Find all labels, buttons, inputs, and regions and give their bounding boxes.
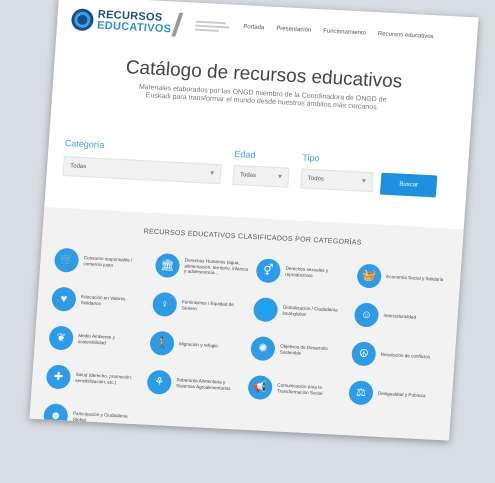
category-item[interactable]: ⚖ Desigualdad y Pobreza bbox=[348, 378, 443, 410]
categories-section: RECURSOS EDUCATIVOS CLASIFICADOS POR CAT… bbox=[29, 207, 464, 441]
category-item[interactable]: 🚶 Migración y refugio bbox=[149, 329, 244, 361]
building-icon: 🏛 bbox=[154, 252, 181, 278]
scale-icon: ⚖ bbox=[348, 379, 374, 405]
category-label: Soberanía Alimentaria y Sistemas Agroali… bbox=[175, 377, 231, 391]
nav-portada[interactable]: Portada bbox=[243, 24, 264, 31]
category-item[interactable]: ☮ Resolución de conflictos bbox=[350, 339, 446, 371]
main-nav: Portada Presentación Funcionamiento Recu… bbox=[243, 24, 434, 40]
page: RECURSOS EDUCATIVOS Portada Presentación… bbox=[29, 0, 479, 441]
leaf-icon: ❦ bbox=[48, 324, 75, 351]
nav-recursos[interactable]: Recursos educativos bbox=[378, 31, 434, 40]
edad-value: Todas bbox=[239, 172, 257, 180]
category-label: Derechos sexuales y reproductivos bbox=[285, 265, 329, 278]
category-label: Comunicación para la Transformación Soci… bbox=[276, 382, 323, 396]
logo-icon[interactable] bbox=[70, 8, 95, 32]
category-label: Medio Ambiente y sostenibilidad bbox=[77, 333, 116, 345]
category-label: Interculturalidad bbox=[383, 312, 417, 320]
gender-icon: ⚥ bbox=[255, 257, 282, 283]
group-icon: ☻ bbox=[42, 402, 69, 428]
search-button[interactable]: Buscar bbox=[379, 172, 438, 198]
category-label: Participación y Ciudadanía Global bbox=[72, 410, 128, 422]
category-item[interactable]: ☻ Participación y Ciudadanía Global bbox=[42, 401, 138, 433]
edad-label: Edad bbox=[234, 148, 256, 160]
category-label: Economía Social y Solidaria bbox=[386, 273, 444, 282]
category-label: Consumo responsable / comercio justo bbox=[83, 255, 133, 268]
people-icon: ☺ bbox=[353, 301, 380, 328]
category-item[interactable]: ♥ Educación en Valores Solidarios bbox=[51, 285, 146, 317]
category-label: Objetivos de Desarrollo Sostenible bbox=[279, 343, 328, 356]
category-label: Derechos Humanos (agua, alimentación, te… bbox=[183, 257, 249, 276]
category-label: Desigualdad y Pobreza bbox=[377, 390, 426, 399]
medkit-icon: ✚ bbox=[45, 363, 72, 390]
category-label: Resolución de conflictos bbox=[380, 351, 431, 360]
category-item[interactable]: ⚘ Soberanía Alimentaria y Sistemas Agroal… bbox=[146, 368, 241, 400]
category-label: Feminismos / Equidad de Género bbox=[181, 299, 234, 311]
hand-heart-icon: ♥ bbox=[51, 286, 77, 312]
category-label: Educación en Valores Solidarios bbox=[80, 294, 126, 306]
category-label: Globalización / Ciudadanía local-global bbox=[282, 304, 338, 317]
logo-line2: EDUCATIVOS bbox=[96, 19, 172, 36]
categoria-value: Todas bbox=[69, 163, 87, 171]
site-logo[interactable]: RECURSOS EDUCATIVOS bbox=[96, 9, 173, 36]
tipo-select[interactable]: Todos ▼ bbox=[300, 168, 374, 193]
sponsor-text bbox=[194, 20, 230, 33]
category-item[interactable]: ♀ Feminismos / Equidad de Género bbox=[151, 290, 247, 322]
cart-icon: 🛒 bbox=[53, 247, 80, 273]
category-item[interactable]: 🧺 Economía Social y Solidaria bbox=[356, 262, 451, 294]
tipo-label: Tipo bbox=[301, 152, 320, 164]
chevron-down-icon: ▼ bbox=[360, 178, 367, 185]
walk-icon: 🚶 bbox=[149, 330, 175, 356]
nav-funcionamiento[interactable]: Funcionamiento bbox=[323, 28, 366, 36]
tipo-value: Todos bbox=[307, 175, 325, 183]
category-item[interactable]: 🛒 Consumo responsable / comercio justo bbox=[53, 246, 149, 278]
category-item[interactable]: 🌐 Globalización / Ciudadanía local-global bbox=[252, 295, 348, 327]
sponsor-mark-icon bbox=[171, 12, 196, 38]
basket-icon: 🧺 bbox=[356, 263, 383, 289]
categories-grid: 🛒 Consumo responsable / comercio justo 🏛 D… bbox=[42, 246, 451, 441]
category-item[interactable]: ✺ Objetivos de Desarrollo Sostenible bbox=[250, 334, 345, 366]
categoria-label: Categoría bbox=[64, 138, 105, 151]
category-label: Salud (derecho, promoción, sensibilizaci… bbox=[75, 371, 133, 385]
category-label: Migración y refugio bbox=[178, 341, 219, 349]
nav-presentacion[interactable]: Presentación bbox=[276, 26, 311, 34]
category-item[interactable]: 📢 Comunicación para la Transformación Soc… bbox=[247, 373, 342, 405]
peace-icon: ☮ bbox=[350, 340, 377, 367]
category-item[interactable]: ☺ Interculturalidad bbox=[353, 300, 449, 332]
megaphone-icon: 📢 bbox=[247, 374, 274, 400]
category-item[interactable]: ❦ Medio Ambiente y sostenibilidad bbox=[48, 323, 143, 355]
venus-icon: ♀ bbox=[151, 291, 178, 317]
categoria-select[interactable]: Todas ▼ bbox=[62, 155, 222, 185]
category-item[interactable]: 🏛 Derechos Humanos (agua, alimentación, t… bbox=[154, 251, 250, 283]
chevron-down-icon: ▼ bbox=[208, 170, 216, 177]
category-item[interactable]: ✚ Salud (derecho, promoción, sensibilizac… bbox=[45, 362, 141, 394]
sponsor-logo bbox=[171, 12, 236, 41]
edad-select[interactable]: Todas ▼ bbox=[232, 164, 290, 188]
category-item[interactable]: ⚥ Derechos sexuales y reproductivos bbox=[255, 256, 350, 288]
wheat-icon: ⚘ bbox=[146, 369, 173, 395]
sdg-icon: ✺ bbox=[250, 335, 276, 361]
globe-icon: 🌐 bbox=[252, 296, 279, 322]
chevron-down-icon: ▼ bbox=[276, 174, 284, 181]
